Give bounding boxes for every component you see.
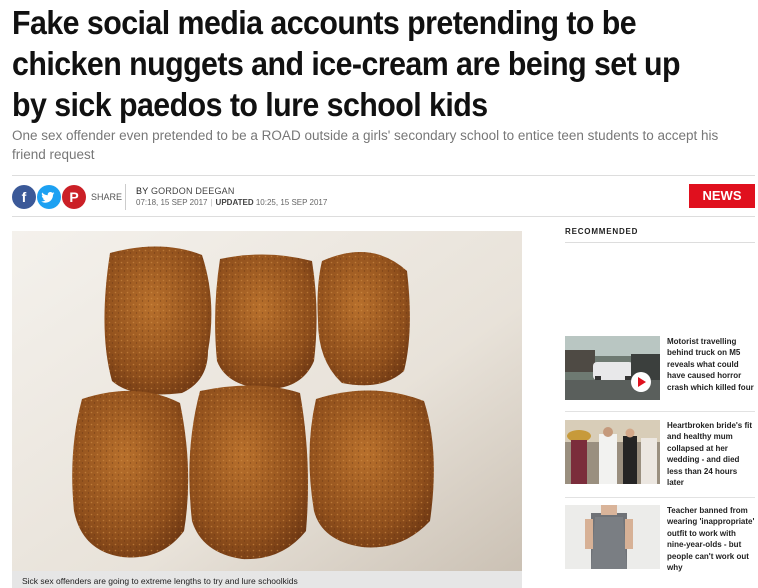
facebook-icon[interactable]: f <box>12 185 36 209</box>
recommended-headline-1[interactable]: Motorist travelling behind truck on M5 r… <box>667 336 755 393</box>
byline-prefix: BY <box>136 186 149 196</box>
pinterest-icon[interactable]: P <box>62 185 86 209</box>
nugget-6 <box>309 390 434 548</box>
image-caption: Sick sex offenders are going to extreme … <box>12 571 522 588</box>
recommended-sidebar: RECOMMENDED Motorist travelling behind t… <box>565 227 755 572</box>
updated-date: 10:25, 15 SEP 2017 <box>255 198 328 207</box>
article-main-image[interactable]: Sick sex offenders are going to extreme … <box>12 231 522 588</box>
recommended-thumb-1[interactable] <box>565 336 660 400</box>
recommended-thumb-3[interactable] <box>565 505 660 569</box>
twitter-icon[interactable] <box>37 185 61 209</box>
nugget-2 <box>215 254 317 389</box>
recommended-rule <box>565 242 755 243</box>
recommended-divider <box>565 411 755 412</box>
published-date: 07:18, 15 SEP 2017 <box>136 198 208 207</box>
article-headline: Fake social media accounts pretending to… <box>12 4 681 123</box>
nugget-1 <box>104 246 212 395</box>
nugget-4 <box>72 390 189 558</box>
article-standfirst: One sex offender even pretended to be a … <box>12 128 719 162</box>
article-meta-bar: f P SHARE BY GORDON DEEGAN 07:18, 15 SEP… <box>12 175 755 217</box>
recommended-title: RECOMMENDED <box>565 227 639 236</box>
nuggets-photo <box>12 231 522 588</box>
meta-divider <box>125 184 126 210</box>
author-link[interactable]: GORDON DEEGAN <box>151 186 235 196</box>
nugget-5 <box>189 385 308 560</box>
byline: BY GORDON DEEGAN <box>136 186 235 196</box>
section-tag-news[interactable]: NEWS <box>689 184 755 208</box>
recommended-divider <box>565 497 755 498</box>
updated-label: UPDATED <box>215 198 254 207</box>
play-icon[interactable] <box>631 372 651 392</box>
recommended-headline-3[interactable]: Teacher banned from wearing 'inappropria… <box>667 505 755 573</box>
share-label: SHARE <box>91 192 123 202</box>
recommended-thumb-2[interactable] <box>565 420 660 484</box>
nugget-3 <box>317 252 410 386</box>
article-dates: 07:18, 15 SEP 2017 | UPDATED 10:25, 15 SEP… <box>136 198 328 207</box>
recommended-headline-2[interactable]: Heartbroken bride's fit and healthy mum … <box>667 420 755 488</box>
